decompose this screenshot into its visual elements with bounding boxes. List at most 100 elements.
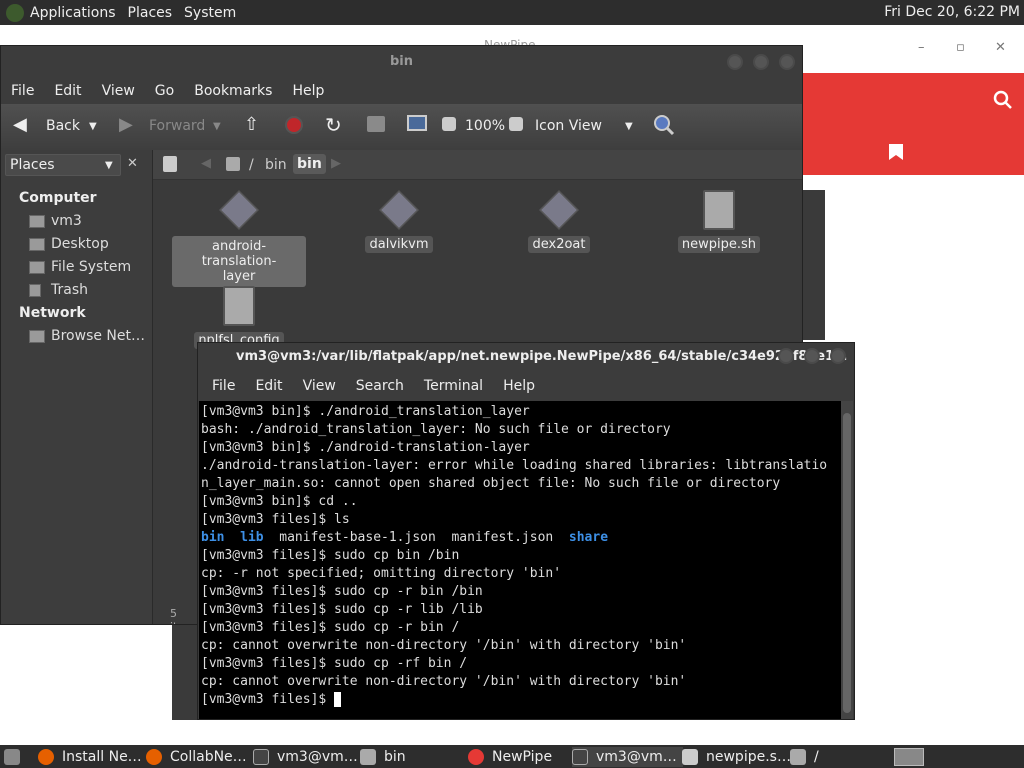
desktop-icon: [29, 238, 45, 251]
file-label: newpipe.sh: [677, 236, 761, 253]
executable-icon: [539, 190, 579, 230]
menu-help[interactable]: Help: [282, 83, 334, 99]
close-button[interactable]: [830, 348, 846, 364]
search-icon[interactable]: [993, 90, 1013, 110]
path-bin-parent[interactable]: bin: [265, 157, 287, 173]
terminal-line: [vm3@vm3 files]$ sudo cp bin /bin: [201, 548, 460, 563]
scrollbar-thumb[interactable]: [843, 413, 851, 713]
task-terminal-1[interactable]: vm3@vm…: [253, 747, 358, 767]
terminal-output[interactable]: [vm3@vm3 bin]$ ./android_translation_lay…: [199, 401, 841, 719]
task-terminal-2-active[interactable]: vm3@vm…: [572, 747, 683, 767]
back-dropdown-icon[interactable]: ▼: [89, 121, 97, 132]
executable-icon: [379, 190, 419, 230]
sidebar-heading-computer: Computer: [19, 190, 97, 206]
task-install-newpipe[interactable]: Install Ne…: [38, 747, 142, 767]
reload-icon[interactable]: ↻: [325, 113, 342, 137]
zoom-in-icon[interactable]: [509, 117, 523, 131]
menu-file[interactable]: File: [1, 83, 44, 99]
menu-bookmarks[interactable]: Bookmarks: [184, 83, 282, 99]
places-menu[interactable]: Places: [122, 5, 179, 21]
home-icon[interactable]: [367, 116, 385, 132]
view-dropdown-icon[interactable]: ▼: [625, 121, 633, 132]
task-label: newpipe.s…: [706, 749, 791, 765]
terminal-scrollbar[interactable]: [841, 401, 853, 719]
file-item[interactable]: nplfsl_config: [189, 286, 289, 349]
sidebar-item-browse-network[interactable]: Browse Net…: [51, 328, 145, 344]
status-count: 5 item: [170, 607, 195, 624]
path-left-arrow-icon[interactable]: ◀: [201, 156, 211, 171]
ls-file: manifest.json: [451, 530, 554, 545]
menu-search[interactable]: Search: [346, 378, 414, 394]
minimize-button[interactable]: [727, 54, 743, 70]
task-root-folder[interactable]: /: [790, 747, 819, 767]
clock[interactable]: Fri Dec 20, 6:22 PM: [884, 4, 1020, 20]
menu-terminal[interactable]: Terminal: [414, 378, 493, 394]
menu-help[interactable]: Help: [493, 378, 545, 394]
menu-view[interactable]: View: [293, 378, 346, 394]
terminal-icon: [253, 749, 269, 765]
file-item[interactable]: dalvikvm: [349, 190, 449, 253]
edit-location-icon[interactable]: [163, 156, 177, 172]
sidebar-item-vm3[interactable]: vm3: [51, 213, 82, 229]
maximize-button[interactable]: ▫: [956, 40, 965, 55]
gnome-foot-icon[interactable]: [6, 3, 24, 22]
task-collabnet[interactable]: CollabNe…: [146, 747, 247, 767]
folder-icon: [360, 749, 376, 765]
task-newpipe[interactable]: NewPipe: [468, 747, 552, 767]
taskbar: Install Ne… CollabNe… vm3@vm… bin NewPip…: [0, 745, 1024, 768]
maximize-button[interactable]: [804, 348, 820, 364]
root-drive-icon[interactable]: [226, 157, 240, 171]
terminal-line: [vm3@vm3 bin]$ ./android-translation-lay…: [201, 440, 530, 455]
file-item[interactable]: newpipe.sh: [669, 190, 769, 253]
minimize-button[interactable]: [778, 348, 794, 364]
terminal-line: [vm3@vm3 bin]$ ./android_translation_lay…: [201, 404, 530, 419]
workspace-switcher[interactable]: [894, 747, 924, 767]
stop-icon[interactable]: [285, 116, 303, 134]
terminal-line: cp: -r not specified; omitting directory…: [201, 566, 562, 581]
terminal-line: cp: cannot overwrite non-directory '/bin…: [201, 638, 687, 653]
path-bin-current[interactable]: bin: [293, 154, 326, 174]
up-icon[interactable]: ⇧: [244, 114, 259, 135]
applications-menu[interactable]: Applications: [24, 5, 122, 21]
sidebar-item-desktop[interactable]: Desktop: [51, 236, 109, 252]
task-label: /: [814, 749, 819, 765]
computer-icon[interactable]: [407, 115, 427, 131]
menu-edit[interactable]: Edit: [44, 83, 91, 99]
close-button[interactable]: [779, 54, 795, 70]
task-bin[interactable]: bin: [360, 747, 406, 767]
search-icon[interactable]: [653, 114, 675, 136]
sidebar-item-file-system[interactable]: File System: [51, 259, 131, 275]
folder-icon: [790, 749, 806, 765]
statusbar: 5 item: [154, 604, 199, 624]
zoom-level: 100%: [465, 118, 506, 134]
back-button[interactable]: Back: [46, 118, 80, 134]
minimize-button[interactable]: –: [918, 40, 925, 55]
terminal-line: ./android-translation-layer: error while…: [201, 458, 828, 473]
system-menu[interactable]: System: [178, 5, 242, 21]
places-selector[interactable]: Places ▼: [5, 154, 121, 176]
file-item[interactable]: dex2oat: [509, 190, 609, 253]
show-desktop-button[interactable]: [4, 747, 28, 767]
close-sidebar-icon[interactable]: ✕: [127, 156, 138, 171]
back-arrow-icon[interactable]: ◀: [13, 114, 27, 135]
bookmark-icon[interactable]: [888, 143, 904, 161]
file-item[interactable]: android-translation- layer: [172, 190, 306, 287]
ls-dir: bin: [201, 530, 225, 545]
view-selector[interactable]: Icon View: [535, 118, 602, 134]
location-bar: ◀ / bin bin ▶: [153, 150, 802, 180]
menu-file[interactable]: File: [202, 378, 245, 394]
script-file-icon: [703, 190, 735, 230]
menu-go[interactable]: Go: [145, 83, 184, 99]
close-button[interactable]: ✕: [995, 40, 1006, 55]
task-newpipe-sh[interactable]: newpipe.s…: [682, 747, 791, 767]
menu-view[interactable]: View: [92, 83, 145, 99]
menu-edit[interactable]: Edit: [245, 378, 292, 394]
workspace-icon: [894, 748, 924, 766]
file-manager-title: bin: [1, 46, 802, 78]
maximize-button[interactable]: [753, 54, 769, 70]
toolbar: ◀ Back ▼ ▶ Forward ▼ ⇧ ↻ 100% Icon View …: [1, 104, 802, 150]
zoom-out-icon[interactable]: [442, 117, 456, 131]
path-right-arrow-icon[interactable]: ▶: [331, 156, 341, 171]
task-label: NewPipe: [492, 749, 553, 765]
sidebar-item-trash[interactable]: Trash: [51, 282, 88, 298]
